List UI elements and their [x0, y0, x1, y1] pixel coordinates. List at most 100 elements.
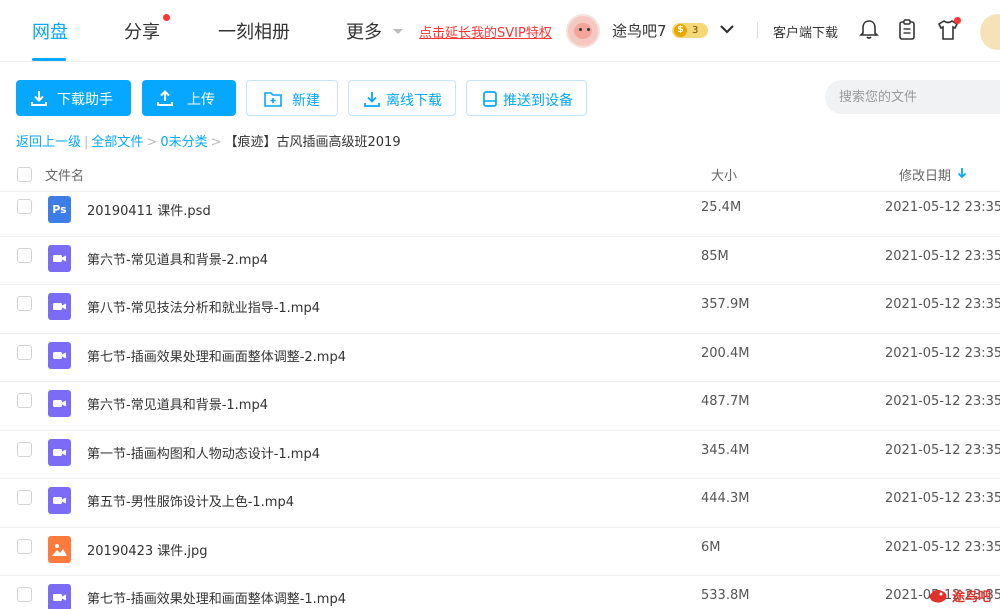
tab-netdisk[interactable]: 网盘: [32, 18, 68, 44]
file-date: 2021-05-12 23:35: [885, 345, 1000, 361]
file-name[interactable]: 第一节-插画构图和人物动态设计-1.mp4: [87, 443, 320, 462]
download-helper-button[interactable]: 下载助手: [16, 80, 131, 116]
table-row[interactable]: 第七节-插画效果处理和画面整体调整-1.mp4 533.8M 2021-05-1…: [0, 576, 1000, 609]
row-checkbox[interactable]: [17, 199, 32, 214]
file-size: 533.8M: [701, 588, 750, 603]
bell-icon[interactable]: [857, 18, 881, 42]
breadcrumb-all-files[interactable]: 全部文件: [91, 135, 143, 150]
nav-divider: [757, 22, 758, 38]
video-file-icon: [48, 584, 71, 609]
row-checkbox[interactable]: [17, 490, 32, 505]
table-row[interactable]: 第五节-男性服饰设计及上色-1.mp4 444.3M 2021-05-12 23…: [0, 479, 1000, 528]
breadcrumb-uncategorized[interactable]: 0未分类: [160, 135, 207, 150]
new-folder-button[interactable]: 新建: [246, 80, 338, 116]
push-to-device-button[interactable]: 推送到设备: [466, 80, 587, 116]
device-icon: [483, 91, 497, 107]
table-row[interactable]: 第一节-插画构图和人物动态设计-1.mp4 345.4M 2021-05-12 …: [0, 431, 1000, 479]
file-size: 85M: [701, 248, 729, 264]
column-header-date[interactable]: 修改日期: [899, 165, 951, 184]
file-date: 2021-05-12 23:35: [885, 442, 1000, 458]
file-name[interactable]: 第六节-常见道具和背景-2.mp4: [87, 249, 268, 268]
active-tab-indicator: [32, 58, 66, 61]
offline-download-icon: [364, 92, 380, 107]
row-checkbox[interactable]: [17, 538, 32, 554]
svip-coin-icon: $: [674, 24, 687, 37]
file-size: 345.4M: [701, 442, 750, 458]
row-checkbox[interactable]: [17, 247, 32, 263]
video-file-icon: [48, 244, 71, 272]
breadcrumb-separator: |: [84, 135, 89, 150]
breadcrumb-separator: >: [210, 135, 222, 150]
file-name[interactable]: 20190423 课件.jpg: [87, 540, 208, 559]
offline-download-button[interactable]: 离线下载: [348, 80, 456, 116]
table-row[interactable]: 第六节-常见道具和背景-2.mp4 85M 2021-05-12 23:35: [0, 237, 1000, 285]
file-date: 2021-05-12 23:35: [885, 200, 1000, 215]
file-name[interactable]: 20190411 课件.psd: [87, 200, 211, 219]
file-name[interactable]: 第七节-插画效果处理和画面整体调整-2.mp4: [87, 346, 346, 365]
avatar[interactable]: [566, 14, 600, 48]
file-date: 2021-05-12 23:35: [885, 297, 1000, 312]
search-input[interactable]: [839, 87, 989, 107]
table-row[interactable]: 第八节-常见技法分析和就业指导-1.mp4 357.9M 2021-05-12 …: [0, 285, 1000, 334]
video-file-icon: [48, 293, 71, 320]
breadcrumb-current: 【痕迹】古风插画高级班2019: [224, 135, 401, 150]
breadcrumb-back[interactable]: 返回上一级: [16, 135, 81, 150]
username[interactable]: 途鸟吧7: [612, 20, 667, 41]
app-menu-icon[interactable]: [980, 14, 1000, 50]
column-header-name[interactable]: 文件名: [45, 165, 84, 184]
file-name[interactable]: 第七节-插画效果处理和画面整体调整-1.mp4: [87, 588, 346, 607]
search-box[interactable]: [825, 80, 1000, 114]
svip-level-badge: $ 3: [672, 23, 708, 38]
file-size: 357.9M: [701, 297, 750, 312]
file-date: 2021-05-12 23:35: [885, 539, 1000, 555]
file-date: 2021-05-12 23:35: [885, 491, 1000, 506]
file-size: 25.4M: [701, 200, 742, 215]
file-date: 2021-05-12 23:35: [885, 394, 1000, 409]
video-file-icon: [48, 438, 71, 466]
table-row[interactable]: 第七节-插画效果处理和画面整体调整-2.mp4 200.4M 2021-05-1…: [0, 334, 1000, 382]
more-caret-icon[interactable]: [392, 28, 404, 36]
file-date: 2021-05-12 23:35: [885, 248, 1000, 264]
table-row[interactable]: Ps 20190411 课件.psd 25.4M 2021-05-12 23:3…: [0, 188, 1000, 237]
row-checkbox[interactable]: [17, 441, 32, 457]
sort-descending-icon[interactable]: [956, 166, 968, 180]
file-size: 487.7M: [701, 394, 750, 409]
upload-icon: [157, 90, 173, 106]
file-size: 6M: [701, 539, 721, 555]
download-icon: [31, 91, 47, 106]
client-download-link[interactable]: 客户端下载: [773, 22, 838, 41]
column-header-size[interactable]: 大小: [711, 165, 737, 184]
theme-notification-dot: [954, 17, 961, 24]
file-name[interactable]: 第八节-常见技法分析和就业指导-1.mp4: [87, 297, 320, 316]
share-notification-dot: [163, 14, 170, 21]
row-checkbox[interactable]: [17, 296, 32, 311]
file-size: 444.3M: [701, 491, 750, 506]
file-table-header: 文件名 大小 修改日期: [0, 158, 1000, 192]
file-size: 200.4M: [701, 345, 750, 361]
file-name[interactable]: 第六节-常见道具和背景-1.mp4: [87, 394, 268, 413]
video-file-icon: [48, 341, 71, 369]
row-checkbox[interactable]: [17, 344, 32, 360]
clipboard-icon[interactable]: [895, 18, 919, 42]
top-nav: 网盘 分享 一刻相册 更多 点击延长我的SVIP特权 途鸟吧7 $ 3 客户端下…: [0, 0, 1000, 62]
tab-more[interactable]: 更多: [346, 18, 382, 44]
table-row[interactable]: 第六节-常见道具和背景-1.mp4 487.7M 2021-05-12 23:3…: [0, 382, 1000, 431]
row-checkbox[interactable]: [17, 587, 32, 602]
tab-moment-album[interactable]: 一刻相册: [218, 18, 290, 44]
breadcrumb-separator: >: [146, 135, 158, 150]
file-name[interactable]: 第五节-男性服饰设计及上色-1.mp4: [87, 491, 294, 510]
psd-file-icon: Ps: [48, 196, 71, 223]
upload-button[interactable]: 上传: [142, 80, 236, 116]
svip-promo-link[interactable]: 点击延长我的SVIP特权: [419, 22, 552, 41]
bird-logo-icon: [929, 589, 947, 603]
video-file-icon: [48, 390, 71, 417]
user-menu-chevron-icon[interactable]: [719, 23, 735, 35]
site-watermark: 途鸟吧: [926, 580, 1000, 609]
video-file-icon: [48, 487, 71, 514]
tab-share[interactable]: 分享: [124, 18, 160, 44]
image-file-icon: [48, 535, 71, 563]
table-row[interactable]: 20190423 课件.jpg 6M 2021-05-12 23:35: [0, 528, 1000, 576]
select-all-checkbox[interactable]: [17, 167, 32, 182]
breadcrumb: 返回上一级 | 全部文件 >0未分类 > 【痕迹】古风插画高级班2019: [16, 131, 401, 150]
row-checkbox[interactable]: [17, 393, 32, 408]
